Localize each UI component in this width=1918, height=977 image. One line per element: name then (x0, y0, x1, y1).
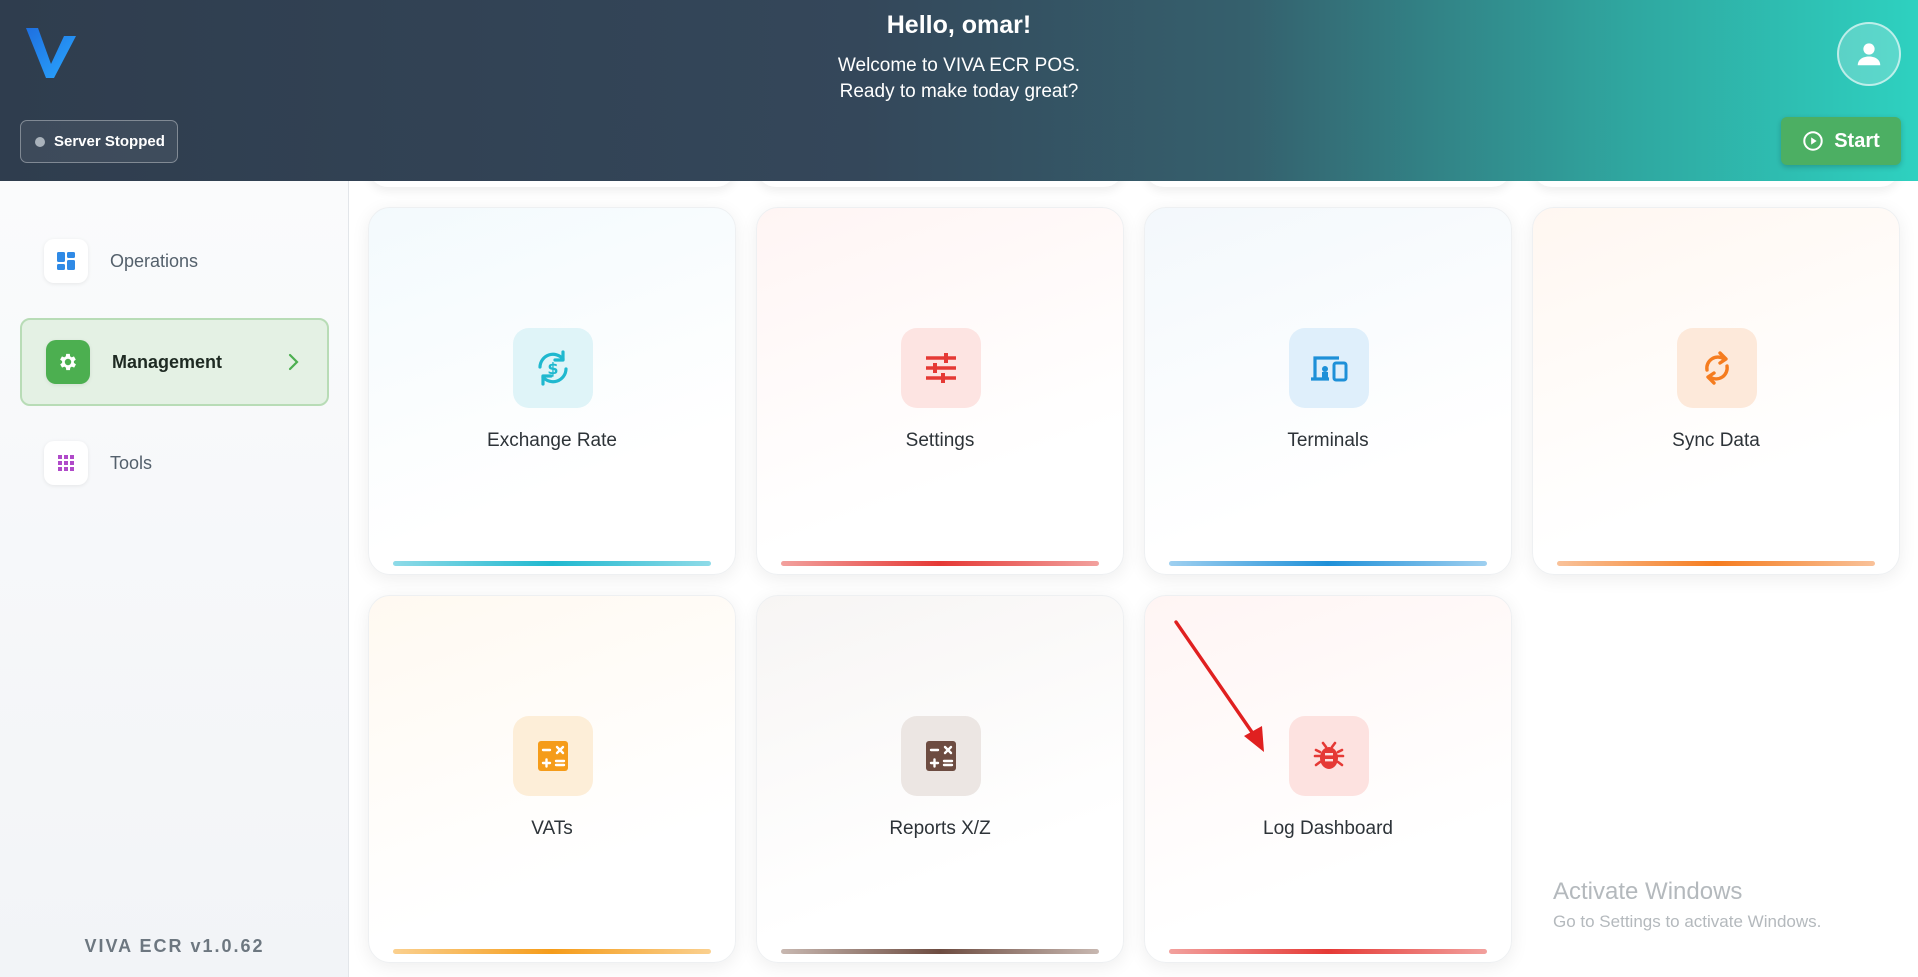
bug-icon (1289, 716, 1369, 796)
card-edge (1532, 181, 1900, 187)
gear-icon (46, 340, 90, 384)
sidebar-item-tools[interactable]: Tools (20, 419, 329, 507)
watermark-subtitle: Go to Settings to activate Windows. (1553, 912, 1822, 931)
sidebar-item-label: Management (112, 351, 223, 372)
start-button-label: Start (1834, 129, 1880, 152)
start-server-button[interactable]: Start (1781, 117, 1901, 165)
card-accent-bar (781, 949, 1099, 954)
card-edge (1144, 181, 1512, 187)
user-avatar-button[interactable] (1837, 22, 1901, 86)
card-accent-bar (1169, 561, 1487, 566)
card-reports-xz[interactable]: Reports X/Z (756, 595, 1124, 963)
sync-icon (1677, 328, 1757, 408)
welcome-line-2: Ready to make today great? (839, 81, 1079, 102)
watermark-title: Activate Windows (1553, 878, 1743, 905)
svg-text:$: $ (547, 359, 558, 378)
calculator-icon (513, 716, 593, 796)
card-label: Exchange Rate (487, 430, 617, 451)
card-edge (756, 181, 1124, 187)
management-grid: $ Exchange Rate Settings Terminals Sync … (350, 181, 1918, 977)
card-accent-bar (781, 561, 1099, 566)
card-label: Log Dashboard (1263, 818, 1393, 839)
card-accent-bar (393, 949, 711, 954)
user-icon (1857, 43, 1881, 66)
sliders-icon (901, 328, 981, 408)
card-sync-data[interactable]: Sync Data (1532, 207, 1900, 575)
card-terminals[interactable]: Terminals (1144, 207, 1512, 575)
card-label: VATs (531, 818, 573, 839)
card-exchange-rate[interactable]: $ Exchange Rate (368, 207, 736, 575)
play-circle-icon (1803, 131, 1823, 151)
card-accent-bar (1557, 561, 1875, 566)
sidebar-item-label: Operations (110, 250, 199, 271)
dashboard-icon (44, 239, 88, 283)
chevron-right-icon (288, 353, 299, 371)
currency-exchange-icon: $ (513, 328, 593, 408)
annotation-arrow-icon (1174, 620, 1264, 752)
greeting-title: Hello, omar! (886, 11, 1032, 39)
apps-grid-icon (44, 441, 88, 485)
calculator-icon (901, 716, 981, 796)
sidebar-item-management[interactable]: Management (20, 318, 329, 406)
devices-icon (1289, 328, 1369, 408)
sidebar: Operations Management Tools VIVA ECR v1.… (0, 181, 349, 977)
server-status-label: Server Stopped (54, 133, 165, 150)
activate-windows-watermark: Activate Windows Go to Settings to activ… (1553, 878, 1821, 932)
card-accent-bar (393, 561, 711, 566)
app-header: Server Stopped Hello, omar! Welcome to V… (0, 0, 1918, 181)
card-edge (368, 181, 736, 187)
card-label: Sync Data (1672, 430, 1760, 451)
status-dot-icon (35, 136, 45, 147)
card-settings[interactable]: Settings (756, 207, 1124, 575)
card-accent-bar (1169, 949, 1487, 954)
app-version: VIVA ECR v1.0.62 (84, 936, 265, 956)
server-status-badge[interactable]: Server Stopped (20, 120, 178, 163)
welcome-line-1: Welcome to VIVA ECR POS. (837, 55, 1081, 76)
sidebar-item-operations[interactable]: Operations (20, 217, 329, 305)
greeting-block: Hello, omar! Welcome to VIVA ECR POS. Re… (0, 0, 1918, 105)
card-label: Terminals (1287, 430, 1369, 451)
card-vats[interactable]: VATs (368, 595, 736, 963)
card-label: Reports X/Z (889, 818, 991, 839)
sidebar-item-label: Tools (110, 452, 153, 473)
card-label: Settings (905, 430, 975, 451)
